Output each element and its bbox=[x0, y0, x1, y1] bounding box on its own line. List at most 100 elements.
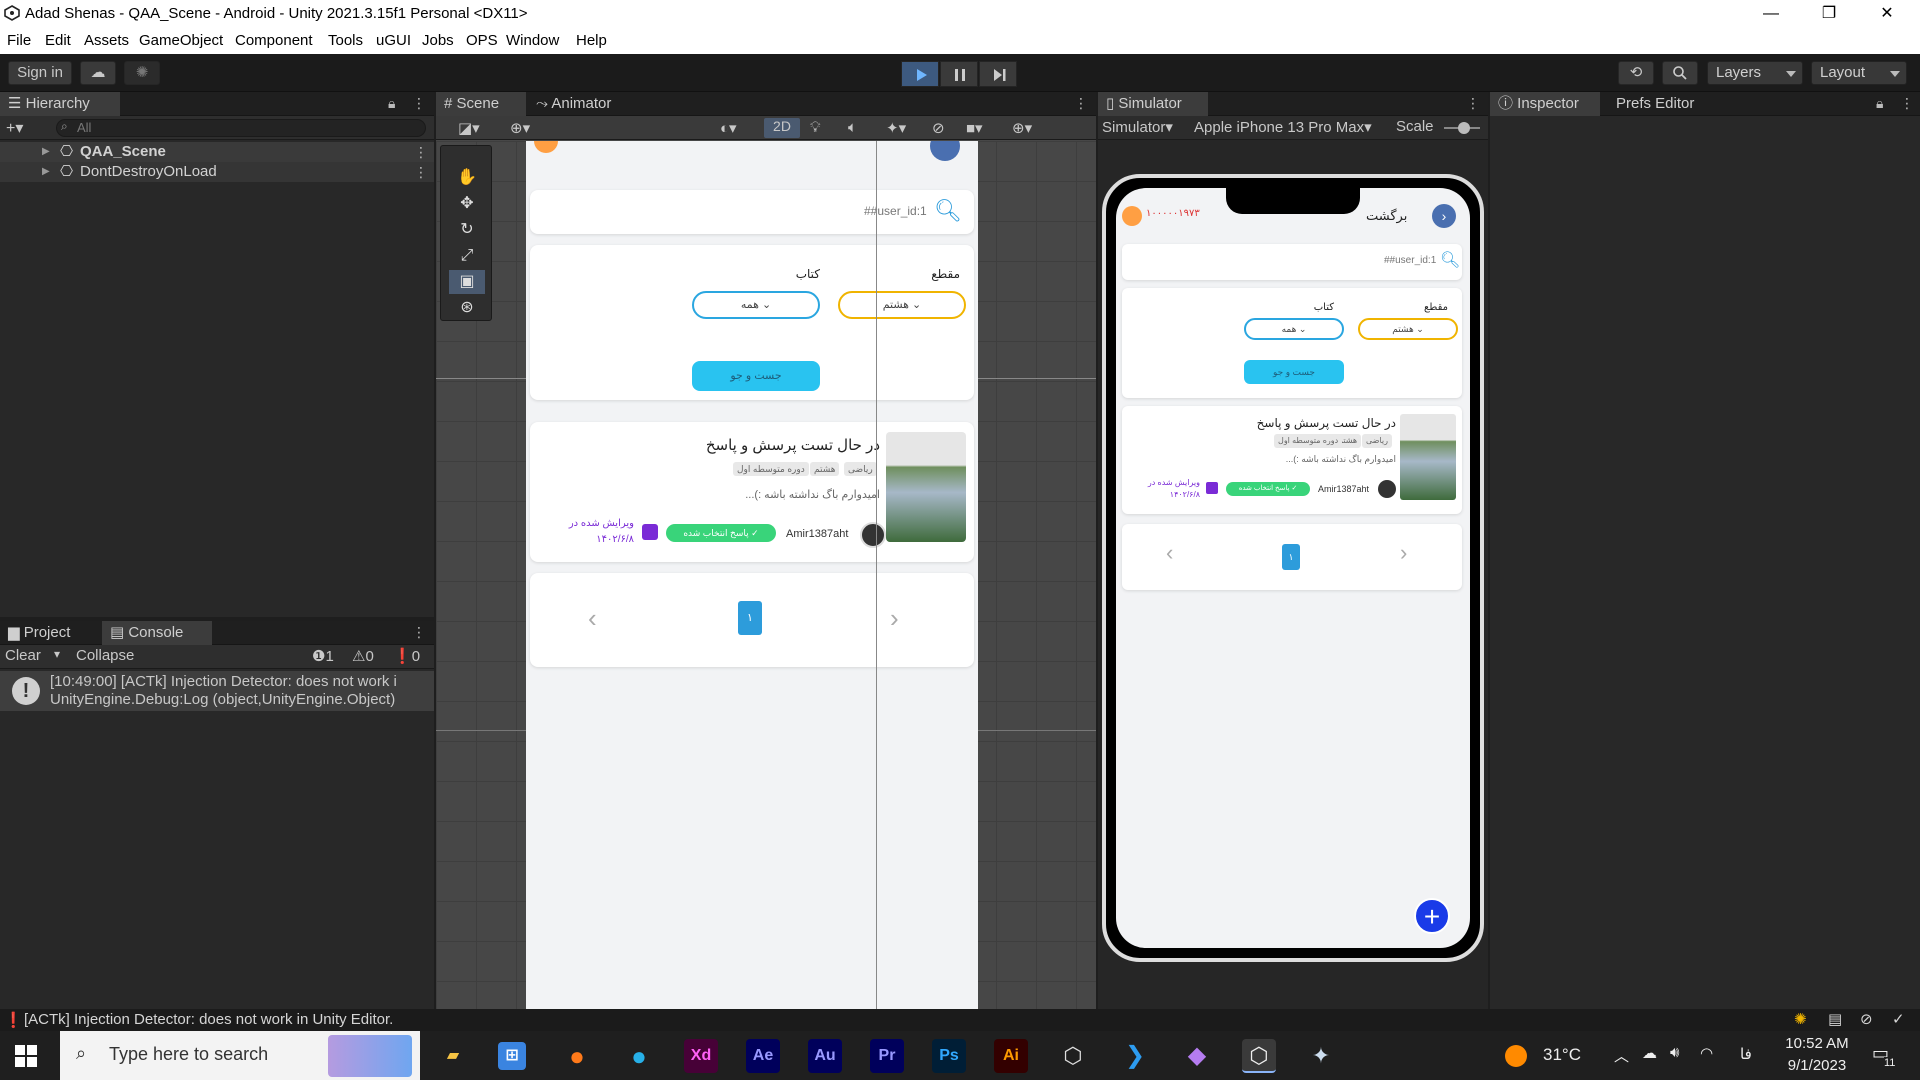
premiere-icon[interactable]: Pr bbox=[870, 1039, 904, 1073]
more-icon[interactable]: ⋮ bbox=[414, 142, 428, 162]
rotate-tool-icon[interactable]: ↻ bbox=[449, 218, 485, 242]
menu-window[interactable]: Window bbox=[506, 32, 559, 49]
add-fab-button[interactable]: + bbox=[1414, 898, 1450, 934]
effects-icon[interactable]: ✦▾ bbox=[886, 119, 906, 137]
visual-studio-icon[interactable]: ◆ bbox=[1180, 1039, 1214, 1073]
hierarchy-item-qaa-scene[interactable]: ▶ ⎔ QAA_Scene ⋮ bbox=[0, 142, 434, 162]
after-effects-icon[interactable]: Ae bbox=[746, 1039, 780, 1073]
unity-editor-icon[interactable]: ⬡ bbox=[1242, 1039, 1276, 1073]
menu-gameobject[interactable]: GameObject bbox=[139, 32, 223, 49]
firefox-icon[interactable]: ● bbox=[560, 1039, 594, 1073]
menu-assets[interactable]: Assets bbox=[84, 32, 129, 49]
hierarchy-search-input[interactable]: ⌕ All bbox=[56, 119, 426, 137]
file-explorer-icon[interactable]: ▰ bbox=[436, 1039, 470, 1073]
chevron-up-icon[interactable]: ︿ bbox=[1614, 1045, 1629, 1066]
lock-icon[interactable]: 🔒︎ bbox=[388, 95, 395, 112]
cloud-button[interactable]: ☁ bbox=[80, 61, 116, 85]
more-icon[interactable]: ⋮ bbox=[414, 162, 428, 182]
cache-icon[interactable]: ▤ bbox=[1828, 1010, 1842, 1028]
history-button[interactable]: ⟲ bbox=[1618, 61, 1654, 85]
collab-button[interactable]: ✺ bbox=[124, 61, 160, 85]
check-circle-icon[interactable]: ✓ bbox=[1892, 1010, 1905, 1028]
page-button[interactable]: ۱ bbox=[1282, 544, 1300, 570]
tab-prefs-editor[interactable]: Prefs Editor bbox=[1608, 92, 1718, 116]
scene-globe-icon[interactable]: ⊕▾ bbox=[510, 119, 530, 137]
menu-help[interactable]: Help bbox=[576, 32, 607, 49]
more-icon[interactable]: ⋮ bbox=[1900, 95, 1914, 112]
search-bar[interactable]: ##user_id:1 🔍︎ bbox=[1122, 244, 1462, 280]
chevron-right-icon[interactable]: › bbox=[1400, 540, 1407, 566]
menu-tools[interactable]: Tools bbox=[328, 32, 363, 49]
device-dropdown[interactable]: Apple iPhone 13 Pro Max▾ bbox=[1194, 118, 1372, 136]
book-dropdown[interactable]: همه ⌄ bbox=[692, 291, 820, 319]
chevron-right-icon[interactable]: › bbox=[890, 603, 899, 634]
log-count-toggle[interactable]: ❶1 bbox=[312, 647, 334, 665]
grade-dropdown[interactable]: هشتم ⌄ bbox=[1358, 318, 1458, 340]
more-icon[interactable]: ⋮ bbox=[1466, 95, 1480, 112]
tab-project[interactable]: ▆ Project bbox=[0, 621, 100, 645]
clear-button[interactable]: Clear bbox=[5, 647, 41, 664]
close-button[interactable]: ✕ bbox=[1864, 0, 1910, 29]
volume-icon[interactable]: 🔊︎ bbox=[1670, 1044, 1679, 1061]
tab-scene[interactable]: # Scene bbox=[436, 92, 526, 116]
question-card[interactable]: در حال تست پرسش و پاسخ ریاضی هشتم دوره م… bbox=[1122, 406, 1462, 514]
minimize-button[interactable]: — bbox=[1748, 0, 1794, 29]
expand-arrow-icon[interactable]: ▶ bbox=[42, 142, 50, 162]
chevron-left-icon[interactable]: ‹ bbox=[588, 603, 597, 634]
clear-options-icon[interactable]: ▾ bbox=[54, 647, 60, 661]
add-icon[interactable]: +▾ bbox=[6, 118, 23, 138]
cloud-icon[interactable]: ☁ bbox=[1642, 1044, 1657, 1062]
wifi-icon[interactable]: ◠ bbox=[1700, 1044, 1713, 1062]
console-log-entry[interactable]: ! [10:49:00] [ACTk] Injection Detector: … bbox=[0, 671, 434, 711]
more-icon[interactable]: ⋮ bbox=[412, 624, 426, 641]
book-dropdown[interactable]: همه ⌄ bbox=[1244, 318, 1344, 340]
adobe-xd-icon[interactable]: Xd bbox=[684, 1039, 718, 1073]
draw-mode-icon[interactable]: ◪▾ bbox=[458, 119, 480, 137]
temperature[interactable]: 31°C bbox=[1543, 1045, 1581, 1065]
more-icon[interactable]: ⋮ bbox=[1074, 95, 1088, 112]
camera-icon[interactable]: ■▾ bbox=[966, 119, 983, 137]
chevron-left-icon[interactable]: ‹ bbox=[1166, 540, 1173, 566]
back-label[interactable]: برگشت bbox=[1366, 208, 1407, 224]
lock-icon[interactable]: 🔒︎ bbox=[1876, 95, 1883, 112]
menu-file[interactable]: File bbox=[7, 32, 31, 49]
tab-simulator[interactable]: ▯ Simulator bbox=[1098, 92, 1208, 116]
hierarchy-item-dontdestroyonload[interactable]: ▶ ⎔ DontDestroyOnLoad ⋮ bbox=[0, 162, 434, 182]
step-button[interactable] bbox=[979, 61, 1017, 87]
tab-console[interactable]: ▤ Console bbox=[102, 621, 212, 645]
layers-dropdown[interactable]: Layers bbox=[1707, 61, 1803, 85]
search-button[interactable] bbox=[1662, 61, 1698, 85]
back-arrow-icon[interactable] bbox=[930, 141, 960, 161]
search-bar[interactable]: ##user_id:1 🔍︎ bbox=[530, 190, 974, 234]
scale-slider-handle[interactable] bbox=[1458, 122, 1470, 134]
tab-hierarchy[interactable]: ☰ Hierarchy bbox=[0, 92, 120, 116]
store-icon[interactable]: ⊞ bbox=[498, 1042, 526, 1070]
expand-arrow-icon[interactable]: ▶ bbox=[42, 162, 50, 182]
language-indicator[interactable]: فا bbox=[1740, 1045, 1752, 1063]
move-tool-icon[interactable]: ✥ bbox=[449, 192, 485, 216]
search-submit-button[interactable]: جست و جو bbox=[1244, 360, 1344, 384]
clock-date[interactable]: 9/1/2023 bbox=[1782, 1057, 1852, 1074]
illustrator-icon[interactable]: Ai bbox=[994, 1039, 1028, 1073]
transform-tool-icon[interactable]: ⊛ bbox=[449, 296, 485, 320]
windows-start-icon[interactable] bbox=[14, 1044, 38, 1068]
status-message[interactable]: [ACTk] Injection Detector: does not work… bbox=[24, 1011, 393, 1028]
debug-icon[interactable]: ⊘ bbox=[1860, 1010, 1873, 1028]
page-button[interactable]: ۱ bbox=[738, 601, 762, 635]
app-icon[interactable]: ✦ bbox=[1304, 1039, 1338, 1073]
menu-edit[interactable]: Edit bbox=[45, 32, 71, 49]
lighting-status-icon[interactable]: ✺ bbox=[1794, 1010, 1807, 1028]
collapse-button[interactable]: Collapse bbox=[76, 647, 134, 664]
gizmos-icon[interactable]: ⊕▾ bbox=[1012, 119, 1032, 137]
search-submit-button[interactable]: جست و جو bbox=[692, 361, 820, 391]
scale-tool-icon[interactable]: ⤢ bbox=[449, 244, 485, 268]
vscode-icon[interactable]: ❯ bbox=[1118, 1039, 1152, 1073]
grade-dropdown[interactable]: هشتم ⌄ bbox=[838, 291, 966, 319]
tab-animator[interactable]: ⤳ Animator bbox=[528, 92, 638, 116]
rect-tool-icon[interactable]: ▣ bbox=[449, 270, 485, 294]
hand-tool-icon[interactable]: ✋ bbox=[449, 166, 485, 190]
menu-jobs[interactable]: Jobs bbox=[422, 32, 454, 49]
menu-ops[interactable]: OPS bbox=[466, 32, 498, 49]
clock-time[interactable]: 10:52 AM bbox=[1782, 1035, 1852, 1052]
play-button[interactable] bbox=[901, 61, 939, 87]
